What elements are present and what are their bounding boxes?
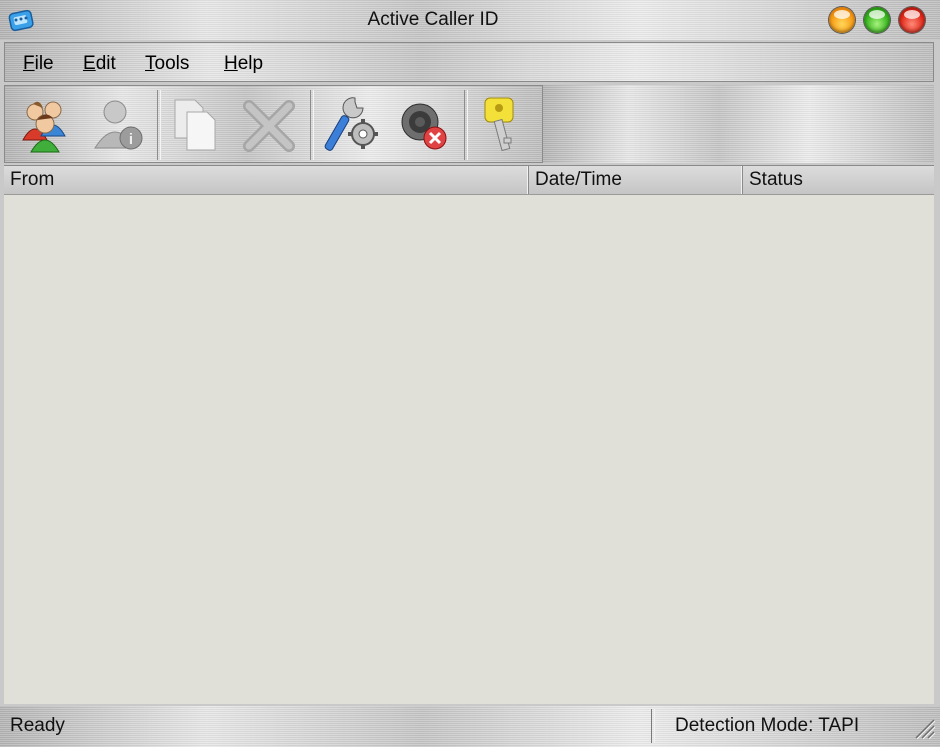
delete-icon — [243, 100, 295, 152]
detection-mode-text: Detection Mode: TAPI — [675, 715, 860, 736]
close-button[interactable] — [899, 7, 925, 33]
call-list[interactable] — [4, 195, 934, 704]
menu-help[interactable]: Help — [224, 53, 263, 75]
toolbar-separator — [157, 90, 161, 160]
key-icon — [484, 97, 514, 152]
resize-grip-icon[interactable] — [910, 714, 936, 740]
settings-icon — [324, 97, 378, 151]
column-header-date-time[interactable]: Date/Time — [529, 166, 743, 194]
settings-button[interactable] — [317, 90, 385, 158]
register-key-button[interactable] — [471, 90, 539, 158]
toolbar-separator — [464, 90, 468, 160]
user-info-button[interactable]: i — [85, 90, 153, 158]
user-info-icon: i — [94, 100, 143, 150]
status-divider — [651, 709, 655, 743]
svg-text:i: i — [129, 131, 133, 148]
minimize-button[interactable] — [829, 7, 855, 33]
column-header-status[interactable]: Status — [743, 166, 934, 194]
contacts-icon — [22, 101, 66, 153]
toolbar-separator — [310, 90, 314, 160]
toolbar: i — [4, 85, 543, 163]
copy-icon — [174, 99, 216, 151]
maximize-button[interactable] — [864, 7, 890, 33]
list-header: From Date/Time Status — [4, 165, 934, 195]
column-header-from[interactable]: From — [4, 166, 529, 194]
menu-edit[interactable]: Edit — [83, 53, 116, 75]
mute-button[interactable] — [390, 90, 458, 158]
contacts-button[interactable] — [11, 90, 79, 158]
toolbar-background — [543, 85, 934, 163]
menu-file[interactable]: File — [23, 53, 54, 75]
menu-tools[interactable]: Tools — [145, 53, 189, 75]
mute-speaker-icon — [401, 103, 447, 150]
status-bar: Ready Detection Mode: TAPI — [0, 706, 940, 747]
delete-button[interactable] — [235, 90, 303, 158]
window-title: Active Caller ID — [367, 9, 499, 30]
menu-bar: File Edit Tools Help — [4, 42, 934, 82]
copy-button[interactable] — [163, 90, 231, 158]
status-text: Ready — [10, 715, 65, 736]
title-bar[interactable]: Active Caller ID — [0, 0, 940, 40]
